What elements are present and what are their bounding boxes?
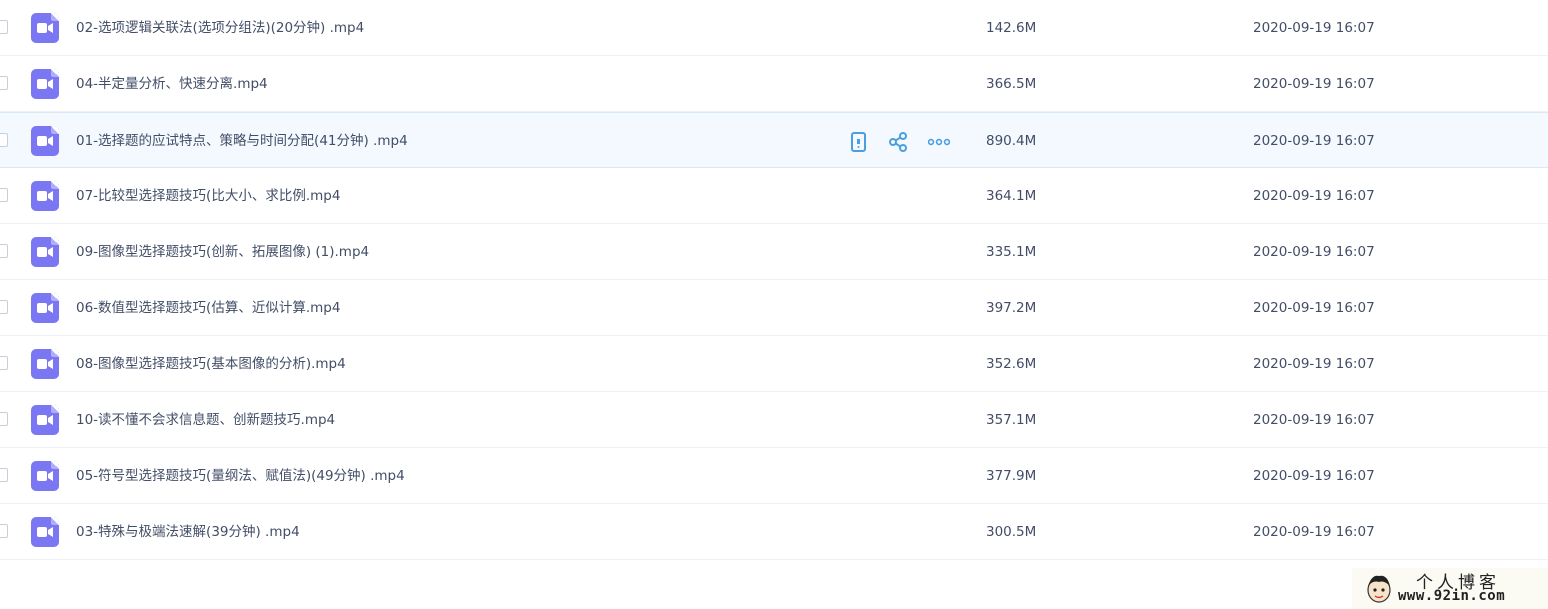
file-size: 335.1M (986, 244, 1037, 260)
file-date: 2020-09-19 16:07 (1253, 300, 1375, 316)
video-file-icon (31, 461, 59, 491)
file-name[interactable]: 04-半定量分析、快速分离.mp4 (76, 56, 268, 112)
file-name[interactable]: 05-符号型选择题技巧(量纲法、赋值法)(49分钟) .mp4 (76, 448, 405, 504)
phone-icon[interactable] (848, 131, 870, 153)
file-date: 2020-09-19 16:07 (1253, 76, 1375, 92)
file-name[interactable]: 07-比较型选择题技巧(比大小、求比例.mp4 (76, 168, 340, 224)
row-checkbox[interactable] (0, 356, 8, 370)
file-name[interactable]: 02-选项逻辑关联法(选项分组法)(20分钟) .mp4 (76, 0, 364, 56)
video-file-icon (31, 517, 59, 547)
file-name[interactable]: 08-图像型选择题技巧(基本图像的分析).mp4 (76, 336, 346, 392)
file-size: 352.6M (986, 356, 1037, 372)
video-file-icon (31, 293, 59, 323)
file-size: 890.4M (986, 133, 1037, 149)
row-checkbox[interactable] (0, 412, 8, 426)
file-size: 364.1M (986, 188, 1037, 204)
file-size: 357.1M (986, 412, 1037, 428)
row-checkbox[interactable] (0, 468, 8, 482)
file-row[interactable]: 02-选项逻辑关联法(选项分组法)(20分钟) .mp4 142.6M 2020… (0, 0, 1548, 56)
video-file-icon (31, 69, 59, 99)
file-row[interactable]: 09-图像型选择题技巧(创新、拓展图像) (1).mp4 335.1M 2020… (0, 224, 1548, 280)
file-row[interactable]: 10-读不懂不会求信息题、创新题技巧.mp4 357.1M 2020-09-19… (0, 392, 1548, 448)
row-checkbox[interactable] (0, 76, 8, 90)
video-file-icon (31, 181, 59, 211)
file-date: 2020-09-19 16:07 (1253, 133, 1375, 149)
file-row[interactable]: 05-符号型选择题技巧(量纲法、赋值法)(49分钟) .mp4 377.9M 2… (0, 448, 1548, 504)
file-size: 397.2M (986, 300, 1037, 316)
video-file-icon (31, 405, 59, 435)
file-row[interactable]: 08-图像型选择题技巧(基本图像的分析).mp4 352.6M 2020-09-… (0, 336, 1548, 392)
row-checkbox[interactable] (0, 20, 8, 34)
row-checkbox[interactable] (0, 188, 8, 202)
file-size: 300.5M (986, 524, 1037, 540)
file-date: 2020-09-19 16:07 (1253, 244, 1375, 260)
file-name[interactable]: 01-选择题的应试特点、策略与时间分配(41分钟) .mp4 (76, 113, 408, 169)
file-name[interactable]: 10-读不懂不会求信息题、创新题技巧.mp4 (76, 392, 335, 448)
video-file-icon (31, 349, 59, 379)
video-file-icon (31, 126, 59, 156)
file-name[interactable]: 09-图像型选择题技巧(创新、拓展图像) (1).mp4 (76, 224, 369, 280)
video-file-icon (31, 237, 59, 267)
row-checkbox[interactable] (0, 133, 8, 147)
file-date: 2020-09-19 16:07 (1253, 468, 1375, 484)
share-icon[interactable] (888, 131, 910, 153)
file-row[interactable]: 07-比较型选择题技巧(比大小、求比例.mp4 364.1M 2020-09-1… (0, 168, 1548, 224)
file-size: 377.9M (986, 468, 1037, 484)
cartoon-face-logo (1364, 572, 1394, 604)
row-checkbox[interactable] (0, 244, 8, 258)
file-name[interactable]: 03-特殊与极端法速解(39分钟) .mp4 (76, 504, 300, 560)
file-name[interactable]: 06-数值型选择题技巧(估算、近似计算.mp4 (76, 280, 340, 336)
file-date: 2020-09-19 16:07 (1253, 188, 1375, 204)
file-date: 2020-09-19 16:07 (1253, 356, 1375, 372)
file-row-hovered[interactable]: 01-选择题的应试特点、策略与时间分配(41分钟) .mp4 890.4M 20… (0, 112, 1548, 168)
row-checkbox[interactable] (0, 524, 8, 538)
video-file-icon (31, 13, 59, 43)
row-checkbox[interactable] (0, 300, 8, 314)
file-size: 366.5M (986, 76, 1037, 92)
file-date: 2020-09-19 16:07 (1253, 412, 1375, 428)
file-date: 2020-09-19 16:07 (1253, 20, 1375, 36)
file-row[interactable]: 04-半定量分析、快速分离.mp4 366.5M 2020-09-19 16:0… (0, 56, 1548, 112)
watermark-url: www.92in.com (1398, 588, 1506, 604)
watermark: 个人博客 www.92in.com (1352, 568, 1548, 609)
file-list: 02-选项逻辑关联法(选项分组法)(20分钟) .mp4 142.6M 2020… (0, 0, 1548, 560)
file-row[interactable]: 06-数值型选择题技巧(估算、近似计算.mp4 397.2M 2020-09-1… (0, 280, 1548, 336)
file-date: 2020-09-19 16:07 (1253, 524, 1375, 540)
more-icon[interactable] (928, 131, 950, 153)
file-row[interactable]: 03-特殊与极端法速解(39分钟) .mp4 300.5M 2020-09-19… (0, 504, 1548, 560)
file-size: 142.6M (986, 20, 1037, 36)
